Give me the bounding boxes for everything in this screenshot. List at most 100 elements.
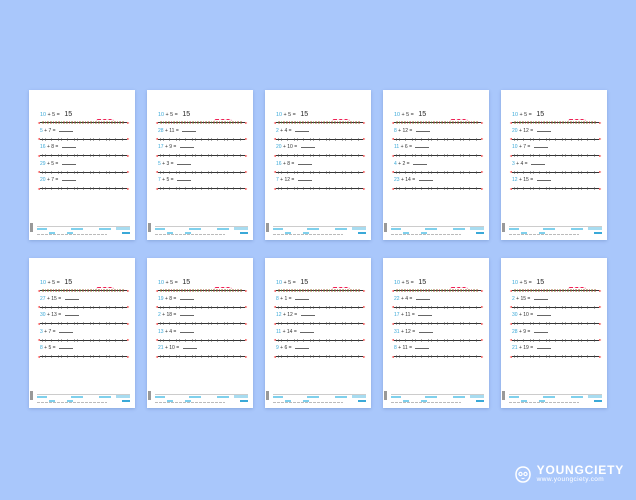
sheet-instructions xyxy=(392,105,485,108)
number-line: ◄ ► xyxy=(37,355,130,359)
operand-a: 17 xyxy=(394,312,400,318)
answer-blank[interactable] xyxy=(294,128,309,132)
arrow-right-icon: ► xyxy=(598,305,602,309)
operand-b: 12 xyxy=(287,312,293,318)
operand-a: 12 xyxy=(512,177,518,183)
operand-a: 17 xyxy=(158,144,164,150)
owl-logo-icon xyxy=(514,465,531,483)
answer-blank[interactable] xyxy=(58,329,73,333)
answer-blank[interactable] xyxy=(533,329,548,333)
answer-blank[interactable] xyxy=(530,161,545,165)
problem-list: 10 + 5 = 15 ◄ ► 5 + 7 = ◄ ► 16 + 8 = ◄ ► 29 + 5… xyxy=(36,111,131,194)
answer-blank[interactable] xyxy=(300,144,315,148)
arrow-right-icon: ► xyxy=(362,288,366,293)
operand-a: 30 xyxy=(40,312,46,318)
answer-blank[interactable] xyxy=(412,161,427,165)
answer-blank[interactable] xyxy=(294,345,309,349)
operand-b: 5 xyxy=(170,280,174,286)
operand-a: 7 xyxy=(276,177,279,183)
answer-blank[interactable] xyxy=(415,128,430,132)
answer-blank[interactable] xyxy=(300,312,315,316)
arrow-right-icon: ► xyxy=(480,170,484,174)
operand-b: 15 xyxy=(520,295,527,302)
answer-blank[interactable] xyxy=(297,161,312,165)
arrow-right-icon: ► xyxy=(362,321,366,326)
answer-blank[interactable] xyxy=(182,128,197,132)
answer-blank[interactable] xyxy=(64,312,79,316)
answer-blank[interactable] xyxy=(176,177,191,181)
operand-b: 4 xyxy=(284,127,288,134)
answer-blank[interactable] xyxy=(536,312,551,316)
operand-a: 10 xyxy=(158,112,164,118)
problem-row: 2 + 15 = ◄ ► xyxy=(509,295,602,310)
barcode-icon xyxy=(148,223,151,232)
answer-blank[interactable] xyxy=(61,161,76,165)
answer-blank[interactable] xyxy=(418,329,433,333)
answer-blank[interactable] xyxy=(533,296,548,300)
answer-blank[interactable] xyxy=(176,161,191,165)
operand-a: 8 xyxy=(40,345,43,351)
operand-b: 13 xyxy=(51,312,57,318)
example-result: 15 xyxy=(418,279,427,286)
example-problem: 10 + 5 = 15 ◄ ► xyxy=(155,111,248,125)
number-line: ◄ ► xyxy=(391,118,484,125)
operand-a: 29 xyxy=(40,160,46,167)
sheet-title xyxy=(508,267,603,271)
problem-row: 9 + 6 = ◄ ► xyxy=(273,345,366,359)
answer-blank[interactable] xyxy=(415,296,430,300)
answer-blank[interactable] xyxy=(58,128,73,132)
sheet-footer xyxy=(273,394,366,403)
number-line: ◄ ► xyxy=(391,338,484,342)
arrow-right-icon: ► xyxy=(244,354,248,359)
operand-b: 14 xyxy=(405,177,411,183)
problem-list: 10 + 5 = 15 ◄ ► 27 + 15 = ◄ ► 30 + 13 = ◄ ► 3 +… xyxy=(36,279,131,362)
answer-blank[interactable] xyxy=(415,144,430,148)
answer-blank[interactable] xyxy=(300,329,315,333)
operand-a: 31 xyxy=(394,328,400,335)
answer-blank[interactable] xyxy=(179,144,194,148)
number-line: ◄ ► xyxy=(155,118,248,125)
operand-b: 12 xyxy=(405,328,411,335)
barcode-icon xyxy=(266,223,269,232)
number-line: ◄ ► xyxy=(509,305,602,309)
answer-blank[interactable] xyxy=(536,128,551,132)
answer-blank[interactable] xyxy=(182,345,197,349)
problem-row: 8 + 11 = ◄ ► xyxy=(391,345,484,359)
answer-blank[interactable] xyxy=(418,312,433,316)
arrow-right-icon: ► xyxy=(126,338,130,342)
example-result: 15 xyxy=(182,279,191,286)
answer-blank[interactable] xyxy=(179,312,194,316)
problem-list: 10 + 5 = 15 ◄ ► 2 + 4 = ◄ ► 20 + 10 = ◄ ► 16 + … xyxy=(272,111,367,194)
answer-blank[interactable] xyxy=(415,345,430,349)
operand-b: 7 xyxy=(48,127,52,134)
problem-row: 28 + 9 = ◄ ► xyxy=(509,328,602,343)
example-problem: 10 + 5 = 15 ◄ ► xyxy=(37,111,130,125)
sheet-instructions xyxy=(38,105,131,108)
answer-blank[interactable] xyxy=(179,296,194,300)
number-line: ◄ ► xyxy=(509,187,602,191)
operand-b: 10 xyxy=(523,312,529,318)
operand-a: 2 xyxy=(276,127,279,134)
arrow-right-icon: ► xyxy=(598,288,602,293)
operand-a: 10 xyxy=(40,280,46,286)
answer-blank[interactable] xyxy=(294,296,309,300)
operand-b: 8 xyxy=(169,295,173,302)
operand-a: 10 xyxy=(512,144,518,150)
answer-blank[interactable] xyxy=(297,177,312,181)
answer-blank[interactable] xyxy=(536,177,551,181)
operand-a: 8 xyxy=(394,127,397,134)
answer-blank[interactable] xyxy=(418,177,433,181)
answer-blank[interactable] xyxy=(58,345,73,349)
answer-blank[interactable] xyxy=(61,177,76,181)
answer-blank[interactable] xyxy=(536,345,551,349)
answer-blank[interactable] xyxy=(179,329,194,333)
example-result: 15 xyxy=(182,111,191,118)
operand-b: 2 xyxy=(402,160,406,167)
operand-a: 10 xyxy=(394,112,400,118)
answer-blank[interactable] xyxy=(64,296,79,300)
answer-blank[interactable] xyxy=(61,144,76,148)
operand-a: 11 xyxy=(276,328,282,335)
answer-blank[interactable] xyxy=(533,144,548,148)
sheet-title xyxy=(508,99,603,103)
sheet-instructions xyxy=(156,105,249,108)
